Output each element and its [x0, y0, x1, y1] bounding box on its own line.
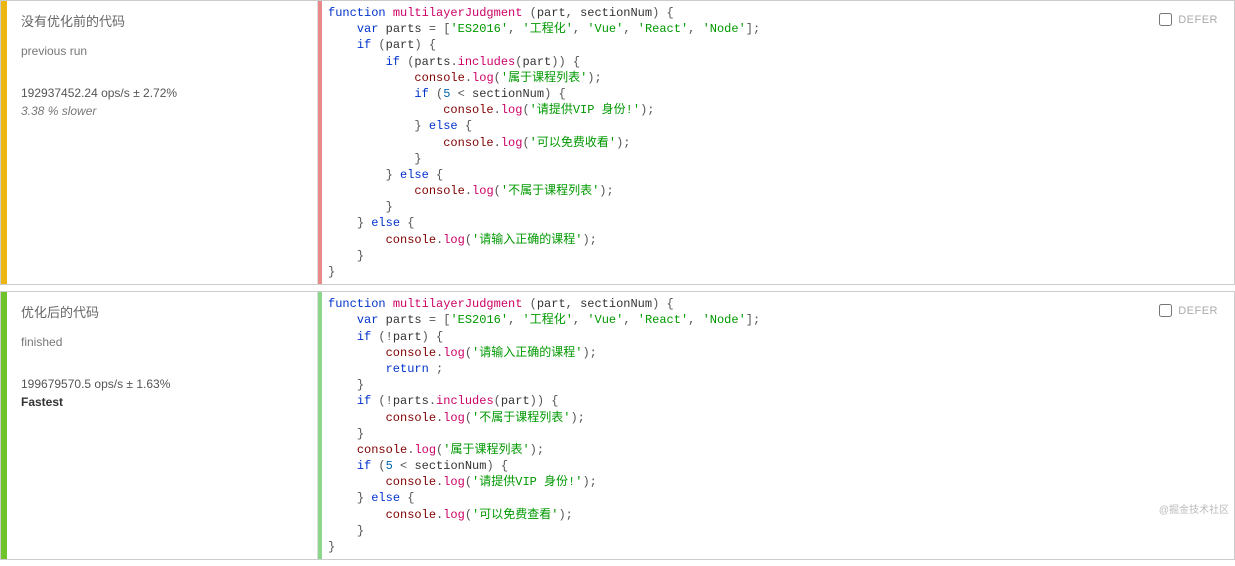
code-block[interactable]: function multilayerJudgment (part, secti… [318, 292, 1234, 559]
result-label: Fastest [21, 395, 303, 409]
defer-checkbox[interactable] [1159, 13, 1172, 26]
ops-per-sec: 192937452.24 ops/s ± 2.72% [21, 86, 303, 100]
ops-per-sec: 199679570.5 ops/s ± 1.63% [21, 377, 303, 391]
defer-label: DEFER [1178, 14, 1218, 26]
info-column: 优化后的代码 finished 199679570.5 ops/s ± 1.63… [7, 292, 317, 559]
code-accent-bar [318, 1, 322, 284]
code-column: DEFER function multilayerJudgment (part,… [317, 1, 1234, 284]
run-status: finished [21, 335, 303, 349]
test-case-row: 优化后的代码 finished 199679570.5 ops/s ± 1.63… [0, 291, 1235, 560]
test-title: 优化后的代码 [21, 302, 303, 321]
defer-checkbox[interactable] [1159, 304, 1172, 317]
test-case-row: 没有优化前的代码 previous run 192937452.24 ops/s… [0, 0, 1235, 285]
code-block[interactable]: function multilayerJudgment (part, secti… [318, 1, 1234, 284]
code-column: DEFER function multilayerJudgment (part,… [317, 292, 1234, 559]
info-column: 没有优化前的代码 previous run 192937452.24 ops/s… [7, 1, 317, 284]
defer-label: DEFER [1178, 305, 1218, 317]
defer-control: DEFER [1159, 13, 1218, 26]
code-accent-bar [318, 292, 322, 559]
result-label: 3.38 % slower [21, 104, 303, 118]
defer-control: DEFER [1159, 304, 1218, 317]
run-status: previous run [21, 44, 303, 58]
test-title: 没有优化前的代码 [21, 11, 303, 30]
